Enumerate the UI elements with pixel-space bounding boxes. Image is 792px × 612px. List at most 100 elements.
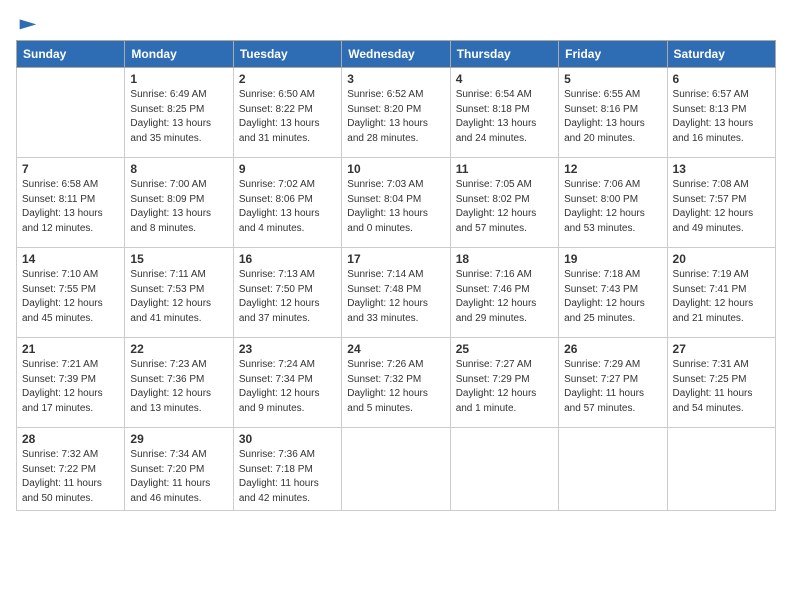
day-number: 6 <box>673 72 770 86</box>
calendar-cell: 7Sunrise: 6:58 AMSunset: 8:11 PMDaylight… <box>17 158 125 248</box>
day-info: Sunrise: 7:36 AMSunset: 7:18 PMDaylight:… <box>239 448 336 506</box>
day-number: 3 <box>347 72 444 86</box>
calendar-cell: 17 Sunrise: 7:14 AMSunset: 7:48 PMDayligh… <box>342 248 450 338</box>
day-info: Sunrise: 7:19 AMSunset: 7:41 PMDaylight:… <box>673 268 770 326</box>
calendar-cell: 24Sunrise: 7:26 AMSunset: 7:32 PMDayligh… <box>342 338 450 428</box>
day-number: 7 <box>22 162 119 176</box>
logo-flag-icon <box>18 16 38 36</box>
weekday-header-wednesday: Wednesday <box>342 41 450 68</box>
day-number: 5 <box>564 72 661 86</box>
calendar-cell: 6 Sunrise: 6:57 AMSunset: 8:13 PMDaylight… <box>667 68 775 158</box>
calendar-cell: 16Sunrise: 7:13 AMSunset: 7:50 PMDayligh… <box>233 248 341 338</box>
calendar-cell <box>17 68 125 158</box>
weekday-header-row: SundayMondayTuesdayWednesdayThursdayFrid… <box>17 41 776 68</box>
calendar-cell: 15 Sunrise: 7:11 AMSunset: 7:53 PMDayligh… <box>125 248 233 338</box>
calendar-cell: 21 Sunrise: 7:21 AMSunset: 7:39 PMDayligh… <box>17 338 125 428</box>
calendar-cell: 20 Sunrise: 7:19 AMSunset: 7:41 PMDayligh… <box>667 248 775 338</box>
day-number: 24 <box>347 342 444 356</box>
day-info: Sunrise: 7:05 AMSunset: 8:02 PMDaylight:… <box>456 178 553 236</box>
day-info: Sunrise: 7:00 AMSunset: 8:09 PMDaylight:… <box>130 178 227 236</box>
day-info: Sunrise: 6:52 AMSunset: 8:20 PMDaylight:… <box>347 88 444 146</box>
day-info: Sunrise: 6:49 AMSunset: 8:25 PMDaylight:… <box>130 88 227 146</box>
header <box>16 16 776 32</box>
day-number: 1 <box>130 72 227 86</box>
week-row-2: 7Sunrise: 6:58 AMSunset: 8:11 PMDaylight… <box>17 158 776 248</box>
calendar-cell: 1 Sunrise: 6:49 AMSunset: 8:25 PMDaylight… <box>125 68 233 158</box>
weekday-header-monday: Monday <box>125 41 233 68</box>
day-number: 13 <box>673 162 770 176</box>
day-info: Sunrise: 7:08 AMSunset: 7:57 PMDaylight:… <box>673 178 770 236</box>
calendar-cell: 11Sunrise: 7:05 AMSunset: 8:02 PMDayligh… <box>450 158 558 248</box>
day-info: Sunrise: 6:54 AMSunset: 8:18 PMDaylight:… <box>456 88 553 146</box>
calendar-cell: 8 Sunrise: 7:00 AMSunset: 8:09 PMDaylight… <box>125 158 233 248</box>
day-number: 22 <box>130 342 227 356</box>
day-info: Sunrise: 6:55 AMSunset: 8:16 PMDaylight:… <box>564 88 661 146</box>
day-info: Sunrise: 7:14 AMSunset: 7:48 PMDaylight:… <box>347 268 444 326</box>
day-number: 14 <box>22 252 119 266</box>
calendar-cell: 19 Sunrise: 7:18 AMSunset: 7:43 PMDayligh… <box>559 248 667 338</box>
calendar-cell <box>559 428 667 511</box>
calendar-cell <box>667 428 775 511</box>
calendar-table: SundayMondayTuesdayWednesdayThursdayFrid… <box>16 40 776 511</box>
calendar-cell: 25 Sunrise: 7:27 AMSunset: 7:29 PMDayligh… <box>450 338 558 428</box>
week-row-4: 21 Sunrise: 7:21 AMSunset: 7:39 PMDayligh… <box>17 338 776 428</box>
day-info: Sunrise: 7:02 AMSunset: 8:06 PMDaylight:… <box>239 178 336 236</box>
weekday-header-thursday: Thursday <box>450 41 558 68</box>
day-info: Sunrise: 7:16 AMSunset: 7:46 PMDaylight:… <box>456 268 553 326</box>
week-row-5: 28 Sunrise: 7:32 AMSunset: 7:22 PMDayligh… <box>17 428 776 511</box>
day-info: Sunrise: 7:32 AMSunset: 7:22 PMDaylight:… <box>22 448 119 506</box>
day-info: Sunrise: 7:27 AMSunset: 7:29 PMDaylight:… <box>456 358 553 416</box>
day-number: 26 <box>564 342 661 356</box>
day-number: 4 <box>456 72 553 86</box>
calendar-cell: 4 Sunrise: 6:54 AMSunset: 8:18 PMDaylight… <box>450 68 558 158</box>
day-info: Sunrise: 7:11 AMSunset: 7:53 PMDaylight:… <box>130 268 227 326</box>
day-number: 19 <box>564 252 661 266</box>
calendar-cell: 3 Sunrise: 6:52 AMSunset: 8:20 PMDaylight… <box>342 68 450 158</box>
day-number: 23 <box>239 342 336 356</box>
day-number: 9 <box>239 162 336 176</box>
day-info: Sunrise: 7:31 AMSunset: 7:25 PMDaylight:… <box>673 358 770 416</box>
day-number: 12 <box>564 162 661 176</box>
day-number: 8 <box>130 162 227 176</box>
calendar-cell: 30 Sunrise: 7:36 AMSunset: 7:18 PMDayligh… <box>233 428 341 511</box>
week-row-3: 14 Sunrise: 7:10 AMSunset: 7:55 PMDayligh… <box>17 248 776 338</box>
day-number: 17 <box>347 252 444 266</box>
day-info: Sunrise: 6:50 AMSunset: 8:22 PMDaylight:… <box>239 88 336 146</box>
calendar-cell <box>342 428 450 511</box>
calendar-cell: 22 Sunrise: 7:23 AMSunset: 7:36 PMDayligh… <box>125 338 233 428</box>
calendar-cell: 13 Sunrise: 7:08 AMSunset: 7:57 PMDayligh… <box>667 158 775 248</box>
calendar-cell: 18 Sunrise: 7:16 AMSunset: 7:46 PMDayligh… <box>450 248 558 338</box>
calendar-cell <box>450 428 558 511</box>
calendar-cell: 5 Sunrise: 6:55 AMSunset: 8:16 PMDaylight… <box>559 68 667 158</box>
day-number: 15 <box>130 252 227 266</box>
day-info: Sunrise: 7:34 AMSunset: 7:20 PMDaylight:… <box>130 448 227 506</box>
calendar-cell: 2 Sunrise: 6:50 AMSunset: 8:22 PMDaylight… <box>233 68 341 158</box>
weekday-header-sunday: Sunday <box>17 41 125 68</box>
day-number: 27 <box>673 342 770 356</box>
day-number: 29 <box>130 432 227 446</box>
day-number: 18 <box>456 252 553 266</box>
day-number: 30 <box>239 432 336 446</box>
day-info: Sunrise: 7:18 AMSunset: 7:43 PMDaylight:… <box>564 268 661 326</box>
day-info: Sunrise: 7:13 AMSunset: 7:50 PMDaylight:… <box>239 268 336 326</box>
day-info: Sunrise: 7:10 AMSunset: 7:55 PMDaylight:… <box>22 268 119 326</box>
calendar-cell: 9 Sunrise: 7:02 AMSunset: 8:06 PMDaylight… <box>233 158 341 248</box>
day-number: 28 <box>22 432 119 446</box>
day-info: Sunrise: 7:29 AMSunset: 7:27 PMDaylight:… <box>564 358 661 416</box>
calendar-cell: 27 Sunrise: 7:31 AMSunset: 7:25 PMDayligh… <box>667 338 775 428</box>
weekday-header-saturday: Saturday <box>667 41 775 68</box>
weekday-header-tuesday: Tuesday <box>233 41 341 68</box>
day-info: Sunrise: 7:21 AMSunset: 7:39 PMDaylight:… <box>22 358 119 416</box>
day-info: Sunrise: 6:57 AMSunset: 8:13 PMDaylight:… <box>673 88 770 146</box>
day-info: Sunrise: 7:06 AMSunset: 8:00 PMDaylight:… <box>564 178 661 236</box>
calendar-cell: 14 Sunrise: 7:10 AMSunset: 7:55 PMDayligh… <box>17 248 125 338</box>
weekday-header-friday: Friday <box>559 41 667 68</box>
day-number: 25 <box>456 342 553 356</box>
day-number: 21 <box>22 342 119 356</box>
week-row-1: 1 Sunrise: 6:49 AMSunset: 8:25 PMDaylight… <box>17 68 776 158</box>
day-number: 20 <box>673 252 770 266</box>
calendar-cell: 12 Sunrise: 7:06 AMSunset: 8:00 PMDayligh… <box>559 158 667 248</box>
day-info: Sunrise: 7:23 AMSunset: 7:36 PMDaylight:… <box>130 358 227 416</box>
calendar-cell: 26 Sunrise: 7:29 AMSunset: 7:27 PMDayligh… <box>559 338 667 428</box>
day-number: 2 <box>239 72 336 86</box>
